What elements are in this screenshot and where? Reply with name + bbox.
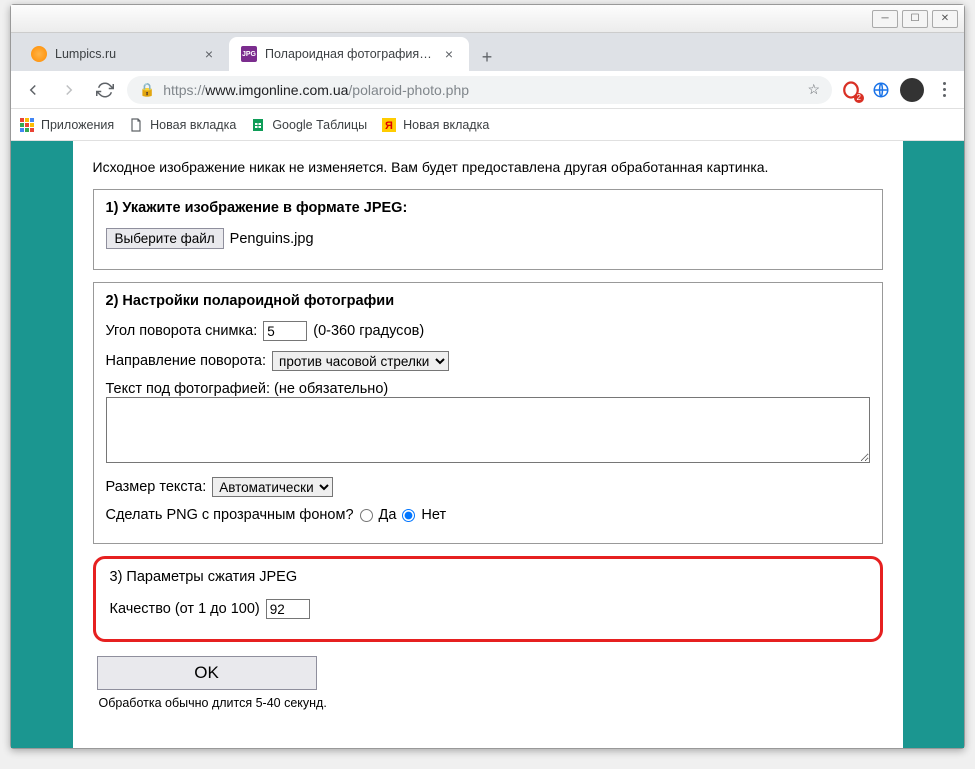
- quality-input[interactable]: [266, 599, 310, 619]
- tab-imgonline[interactable]: JPG Полароидная фотография онла ×: [229, 37, 469, 71]
- favicon-icon: [31, 46, 47, 62]
- favicon-icon: JPG: [241, 46, 257, 62]
- png-yes-radio[interactable]: [360, 509, 373, 522]
- bookmark-item[interactable]: Я Новая вкладка: [381, 117, 489, 133]
- close-window-button[interactable]: ✕: [932, 10, 958, 28]
- back-button[interactable]: [19, 76, 47, 104]
- chosen-filename: Penguins.jpg: [230, 231, 314, 247]
- choose-file-button[interactable]: Выберите файл: [106, 228, 224, 249]
- bookmark-star-icon[interactable]: ☆: [807, 81, 820, 98]
- bookmark-label: Новая вкладка: [403, 118, 489, 132]
- radio-label-yes: Да: [379, 507, 397, 523]
- sheets-icon: [250, 117, 266, 133]
- png-no-radio[interactable]: [402, 509, 415, 522]
- page-viewport: Исходное изображение никак не изменяется…: [11, 141, 964, 748]
- menu-button[interactable]: [932, 82, 956, 97]
- browser-window: ─ ☐ ✕ Lumpics.ru × JPG Полароидная фотог…: [10, 4, 965, 749]
- angle-input[interactable]: [263, 321, 307, 341]
- yandex-icon: Я: [381, 117, 397, 133]
- text-size-label: Размер текста:: [106, 479, 207, 495]
- tab-title: Lumpics.ru: [55, 47, 193, 61]
- bookmark-label: Приложения: [41, 118, 114, 132]
- apps-icon: [19, 117, 35, 133]
- processing-note: Обработка обычно длится 5-40 секунд.: [99, 696, 883, 710]
- section-title: 2) Настройки полароидной фотографии: [106, 293, 870, 309]
- extension-opera-icon[interactable]: 2: [840, 79, 862, 101]
- url-field[interactable]: 🔒 https://www.imgonline.com.ua/polaroid-…: [127, 76, 832, 104]
- caption-label: Текст под фотографией: (не обязательно): [106, 381, 389, 397]
- png-label: Сделать PNG с прозрачным фоном?: [106, 507, 354, 523]
- tab-lumpics[interactable]: Lumpics.ru ×: [19, 37, 229, 71]
- page-description: Исходное изображение никак не изменяется…: [93, 159, 883, 175]
- bookmark-item[interactable]: Google Таблицы: [250, 117, 367, 133]
- tab-title: Полароидная фотография онла: [265, 47, 433, 61]
- maximize-button[interactable]: ☐: [902, 10, 928, 28]
- minimize-button[interactable]: ─: [872, 10, 898, 28]
- extension-globe-icon[interactable]: [870, 79, 892, 101]
- radio-label-no: Нет: [421, 507, 446, 523]
- section-compression-highlighted: 3) Параметры сжатия JPEG Качество (от 1 …: [93, 556, 883, 642]
- ok-button[interactable]: OK: [97, 656, 317, 690]
- lock-icon: 🔒: [139, 82, 155, 98]
- address-bar: 🔒 https://www.imgonline.com.ua/polaroid-…: [11, 71, 964, 109]
- reload-button[interactable]: [91, 76, 119, 104]
- apps-button[interactable]: Приложения: [19, 117, 114, 133]
- bookmarks-bar: Приложения Новая вкладка Google Таблицы …: [11, 109, 964, 141]
- bookmark-item[interactable]: Новая вкладка: [128, 117, 236, 133]
- url-text: https://www.imgonline.com.ua/polaroid-ph…: [163, 82, 799, 98]
- quality-label: Качество (от 1 до 100): [110, 601, 260, 617]
- profile-avatar[interactable]: [900, 78, 924, 102]
- direction-label: Направление поворота:: [106, 353, 267, 369]
- tab-strip: Lumpics.ru × JPG Полароидная фотография …: [11, 33, 964, 71]
- text-size-select[interactable]: Автоматически: [212, 477, 333, 497]
- section-settings: 2) Настройки полароидной фотографии Угол…: [93, 282, 883, 544]
- bookmark-label: Новая вкладка: [150, 118, 236, 132]
- section-title: 1) Укажите изображение в формате JPEG:: [106, 200, 870, 216]
- bookmark-label: Google Таблицы: [272, 118, 367, 132]
- angle-hint: (0-360 градусов): [313, 323, 424, 339]
- svg-text:Я: Я: [385, 120, 393, 132]
- close-tab-icon[interactable]: ×: [201, 46, 217, 62]
- forward-button[interactable]: [55, 76, 83, 104]
- page-content: Исходное изображение никак не изменяется…: [73, 141, 903, 748]
- new-tab-button[interactable]: +: [473, 43, 501, 71]
- page-icon: [128, 117, 144, 133]
- angle-label: Угол поворота снимка:: [106, 323, 258, 339]
- extension-badge: 2: [854, 93, 864, 103]
- section-upload: 1) Укажите изображение в формате JPEG: В…: [93, 189, 883, 270]
- caption-textarea[interactable]: [106, 397, 870, 463]
- direction-select[interactable]: против часовой стрелки: [272, 351, 449, 371]
- section-title: 3) Параметры сжатия JPEG: [110, 569, 866, 585]
- window-titlebar: ─ ☐ ✕: [11, 5, 964, 33]
- close-tab-icon[interactable]: ×: [441, 46, 457, 62]
